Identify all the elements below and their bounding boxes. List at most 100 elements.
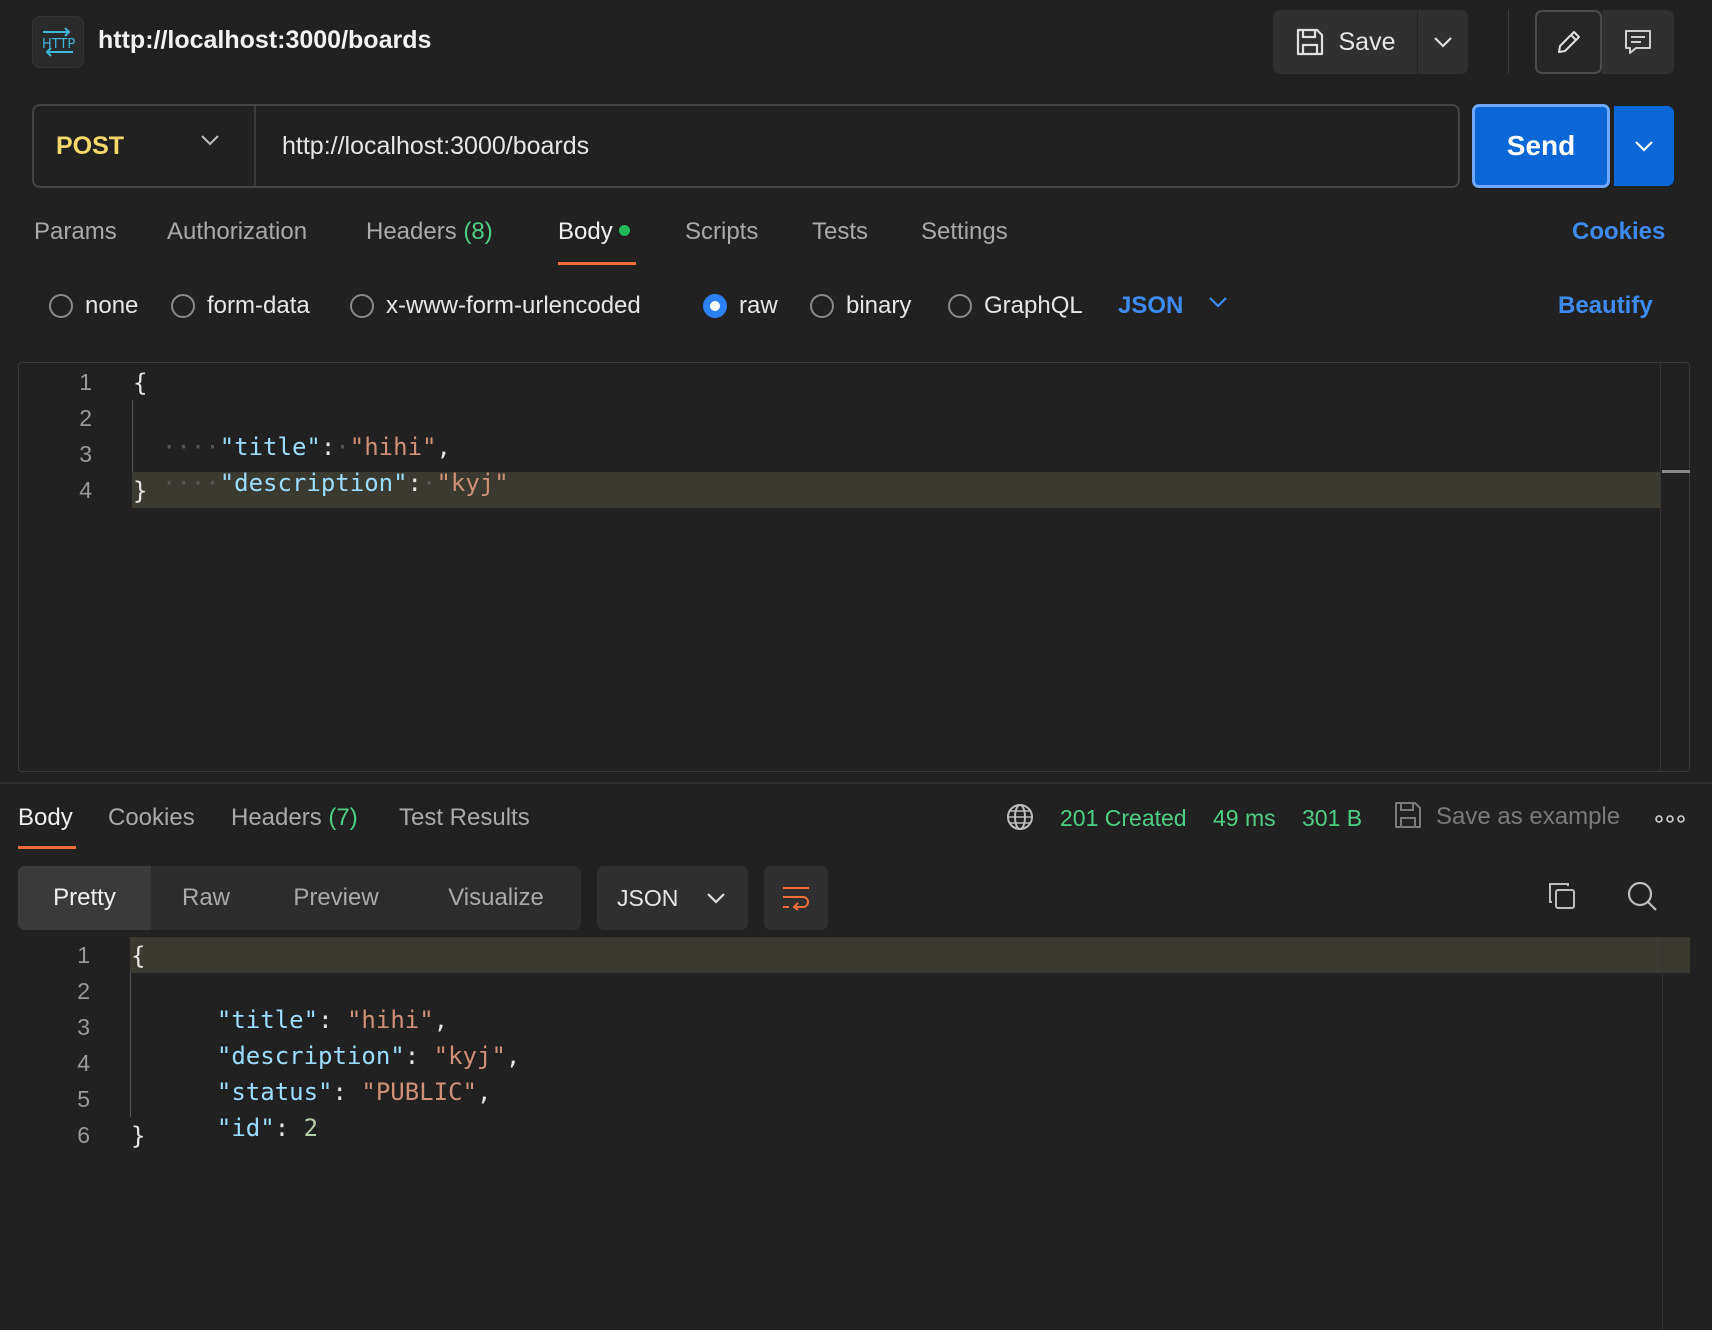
json-comma: , <box>477 1078 492 1106</box>
wrap-lines-button[interactable] <box>764 866 828 930</box>
response-size[interactable]: 301 B <box>1302 805 1362 832</box>
radio-circle <box>49 294 73 318</box>
radio-none-label: none <box>85 292 139 319</box>
chevron-down-icon[interactable] <box>1208 296 1228 308</box>
json-colon: : <box>332 1078 362 1106</box>
tab-tests[interactable]: Tests <box>812 218 868 246</box>
method-label: POST <box>56 131 125 160</box>
code-line: "id": 2 <box>188 1086 318 1142</box>
response-scrollbar[interactable] <box>1662 937 1663 1330</box>
method-select[interactable]: POST <box>34 106 256 186</box>
radio-circle <box>350 294 374 318</box>
save-as-example-button[interactable]: Save as example <box>1436 803 1620 831</box>
radio-graphql-label: GraphQL <box>984 292 1083 319</box>
view-raw[interactable]: Raw <box>151 866 261 930</box>
globe-icon[interactable] <box>1005 802 1035 832</box>
chevron-down-icon <box>200 134 220 146</box>
code-brace-open: { <box>131 942 146 970</box>
whitespace-marker: ···· <box>161 469 220 497</box>
whitespace-marker: · <box>422 469 437 497</box>
edit-button[interactable] <box>1535 10 1602 74</box>
save-button-group: Save <box>1273 10 1468 74</box>
active-tab-indicator <box>558 262 636 265</box>
tab-headers[interactable]: Headers (8) <box>366 218 493 246</box>
view-preview[interactable]: Preview <box>261 866 411 930</box>
floppy-disk-icon <box>1393 800 1423 830</box>
response-format-label: JSON <box>617 884 679 911</box>
tab-headers-label: Headers <box>366 218 457 245</box>
floppy-disk-icon <box>1295 27 1325 57</box>
tab-settings[interactable]: Settings <box>921 218 1008 246</box>
radio-form-data-label: form-data <box>207 292 310 319</box>
radio-binary-label: binary <box>846 292 912 319</box>
scroll-position-marker <box>1662 470 1690 473</box>
response-tab-cookies[interactable]: Cookies <box>108 804 195 832</box>
radio-graphql[interactable]: GraphQL <box>948 288 1083 324</box>
view-mode-group: Pretty Raw Preview Visualize <box>18 866 581 930</box>
code-brace-close: } <box>133 477 148 505</box>
json-string: "PUBLIC" <box>361 1078 477 1106</box>
tab-params[interactable]: Params <box>34 218 117 246</box>
response-tab-headers-label: Headers <box>231 804 322 831</box>
view-visualize[interactable]: Visualize <box>411 866 581 930</box>
line-number: 5 <box>77 1086 90 1112</box>
radio-form-data[interactable]: form-data <box>171 288 310 324</box>
copy-icon[interactable] <box>1546 880 1578 912</box>
response-time[interactable]: 49 ms <box>1213 805 1276 832</box>
request-title[interactable]: http://localhost:3000/boards <box>98 26 431 55</box>
line-number: 2 <box>77 978 90 1004</box>
body-format-select[interactable]: JSON <box>1118 292 1183 320</box>
radio-none[interactable]: none <box>49 288 138 324</box>
json-key: "description" <box>219 469 408 497</box>
json-colon: : <box>274 1114 304 1142</box>
send-button[interactable]: Send <box>1472 104 1610 188</box>
save-options-button[interactable] <box>1418 10 1468 74</box>
response-tab-headers-count: (7) <box>328 804 358 831</box>
line-number: 3 <box>79 441 92 467</box>
response-tab-test-results[interactable]: Test Results <box>399 804 530 832</box>
url-input[interactable]: http://localhost:3000/boards <box>282 132 589 161</box>
radio-circle <box>810 294 834 318</box>
http-request-icon: HTTP <box>32 16 84 68</box>
editor-scrollbar[interactable] <box>1660 362 1661 772</box>
radio-raw-label: raw <box>739 292 778 319</box>
comments-button[interactable] <box>1602 10 1674 74</box>
json-number: 2 <box>303 1114 319 1142</box>
save-button[interactable]: Save <box>1273 10 1418 74</box>
json-colon: : <box>407 469 422 497</box>
svg-text:HTTP: HTTP <box>42 37 75 52</box>
save-label: Save <box>1338 27 1396 56</box>
code-brace-open: { <box>133 369 148 397</box>
tab-body[interactable]: Body <box>558 218 630 246</box>
line-number: 1 <box>77 942 90 968</box>
chevron-down-icon <box>706 892 726 904</box>
code-line: ····"description":·"kyj" <box>133 441 509 497</box>
search-icon[interactable] <box>1626 880 1658 912</box>
tab-scripts[interactable]: Scripts <box>685 218 758 246</box>
line-number: 6 <box>77 1122 90 1148</box>
chevron-down-icon <box>1433 36 1453 48</box>
radio-urlencoded[interactable]: x-www-form-urlencoded <box>350 288 641 324</box>
more-options-icon[interactable] <box>1655 814 1685 824</box>
body-modified-dot <box>618 225 630 237</box>
tab-authorization[interactable]: Authorization <box>167 218 307 246</box>
tab-body-label: Body <box>558 218 613 245</box>
wrap-lines-icon <box>781 885 811 911</box>
response-format-select[interactable]: JSON <box>597 866 748 930</box>
url-bar: POST http://localhost:3000/boards <box>32 104 1460 188</box>
tab-headers-count: (8) <box>463 218 493 245</box>
pencil-icon <box>1554 27 1584 57</box>
beautify-button[interactable]: Beautify <box>1558 292 1653 320</box>
cookies-link[interactable]: Cookies <box>1572 218 1665 246</box>
radio-raw[interactable]: raw <box>703 288 778 324</box>
send-options-button[interactable] <box>1614 106 1674 186</box>
response-tab-body[interactable]: Body <box>18 804 73 832</box>
line-number: 4 <box>79 477 92 503</box>
view-pretty[interactable]: Pretty <box>18 866 151 930</box>
radio-binary[interactable]: binary <box>810 288 911 324</box>
pane-resize-divider[interactable] <box>0 782 1712 784</box>
response-tab-headers[interactable]: Headers (7) <box>231 804 358 832</box>
status-code[interactable]: 201 Created <box>1060 805 1187 832</box>
json-string: "kyj" <box>436 469 509 497</box>
current-line-highlight <box>130 937 1690 973</box>
